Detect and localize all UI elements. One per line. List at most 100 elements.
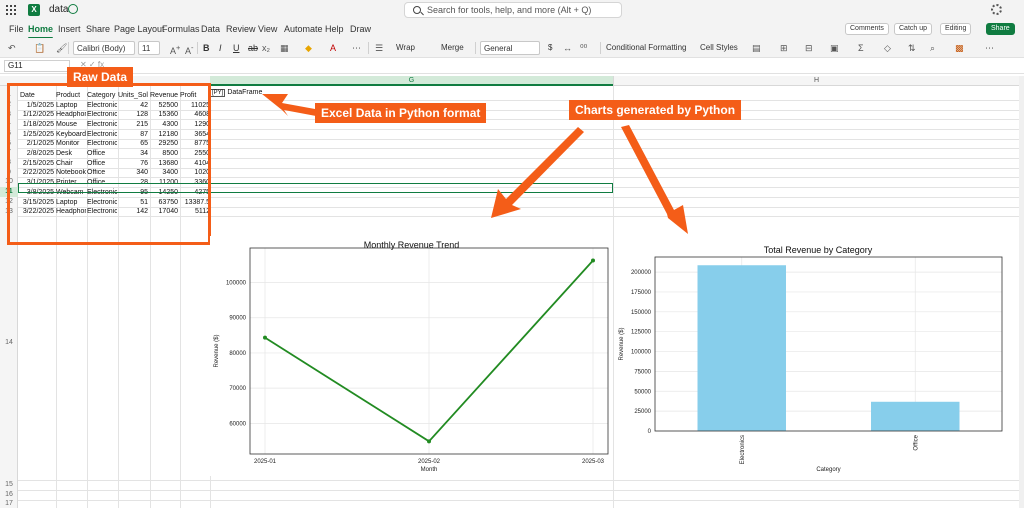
- ribbon-toolbar: ↶ 📋 🖌 Calibri (Body) 11 A+ A- B I U ab x…: [0, 38, 1024, 58]
- tab-draw[interactable]: Draw: [350, 24, 371, 34]
- row-number[interactable]: 16: [0, 490, 18, 500]
- ribbon-more-icon[interactable]: ⋯: [985, 41, 994, 55]
- x-axis-label: Month: [421, 467, 438, 473]
- y-tick-label: 25000: [634, 409, 651, 415]
- undo-icon[interactable]: ↶: [8, 41, 16, 55]
- y-tick-label: 80000: [229, 351, 246, 357]
- data-point: [427, 439, 431, 444]
- wrap-text-button[interactable]: Wrap: [396, 41, 415, 55]
- tab-share[interactable]: Share: [86, 24, 110, 34]
- decimal-icon[interactable]: ⁰⁰: [580, 41, 587, 55]
- name-box[interactable]: G11: [4, 60, 70, 72]
- x-tick-label: 2025-02: [418, 459, 441, 465]
- delete-cells-icon[interactable]: ⊟: [805, 41, 813, 55]
- arrow-to-bar-chart: [621, 125, 688, 234]
- dataframe-label: DataFrame: [227, 89, 263, 96]
- y-axis-label: Revenue ($): [214, 334, 220, 367]
- font-name-select[interactable]: Calibri (Body): [73, 41, 135, 55]
- borders-icon[interactable]: ▦: [280, 41, 289, 55]
- tab-home[interactable]: Home: [28, 24, 54, 39]
- y-tick-label: 100000: [631, 350, 652, 356]
- tab-automate[interactable]: Automate: [284, 24, 323, 34]
- number-format-select[interactable]: General: [480, 41, 540, 55]
- y-tick-label: 50000: [634, 389, 651, 395]
- charts-generated-callout: Charts generated by Python: [569, 100, 742, 120]
- tab-review[interactable]: Review: [226, 24, 256, 34]
- raw-data-highlight-box: [7, 83, 211, 245]
- strikethrough-icon[interactable]: ab: [248, 41, 258, 55]
- raw-data-callout: Raw Data: [67, 67, 134, 87]
- row-number[interactable]: 17: [0, 500, 18, 508]
- catch-up-button[interactable]: Catch up: [894, 23, 933, 35]
- app-launcher-icon[interactable]: [6, 5, 16, 15]
- insert-cells-icon[interactable]: ⊞: [780, 41, 788, 55]
- comma-style-icon[interactable]: ↔: [563, 41, 572, 55]
- bar-chart-svg: 0 25000 50000 75000 100000 125000 150000 175000…: [619, 256, 1003, 473]
- format-cells-icon[interactable]: ▣: [830, 41, 839, 55]
- row-number[interactable]: 15: [0, 480, 18, 490]
- y-tick-label: 70000: [229, 386, 246, 392]
- decrease-font-icon[interactable]: A-: [185, 41, 194, 56]
- clear-icon[interactable]: ◇: [884, 41, 891, 55]
- tab-view[interactable]: View: [258, 24, 277, 34]
- vertical-scrollbar[interactable]: [1019, 76, 1024, 508]
- font-size-select[interactable]: 11: [138, 41, 160, 55]
- search-input[interactable]: Search for tools, help, and more (Alt + …: [404, 2, 622, 18]
- bar: [871, 401, 960, 431]
- python-dataframe-cell[interactable]: [PY] DataFrame: [210, 89, 263, 97]
- bold-icon[interactable]: B: [203, 41, 210, 55]
- sort-filter-icon[interactable]: ⇅: [908, 41, 916, 55]
- y-tick-label: 75000: [634, 369, 651, 375]
- share-button[interactable]: Share: [986, 23, 1015, 35]
- tab-file[interactable]: File: [9, 24, 24, 34]
- fill-color-icon[interactable]: ◆: [305, 41, 312, 55]
- font-color-icon[interactable]: A: [330, 41, 336, 55]
- tab-formulas[interactable]: Formulas: [162, 24, 200, 34]
- excel-python-callout: Excel Data in Python format: [315, 103, 487, 123]
- format-as-table-icon[interactable]: ▤: [752, 41, 761, 55]
- conditional-formatting-button[interactable]: Conditional Formatting: [606, 41, 686, 55]
- merge-button[interactable]: Merge: [441, 41, 464, 55]
- y-axis-label: Revenue ($): [619, 327, 625, 360]
- tab-data[interactable]: Data: [201, 24, 220, 34]
- align-icon[interactable]: ☰: [375, 41, 383, 55]
- y-tick-label: 200000: [631, 270, 652, 276]
- x-tick-label: Electronics: [740, 435, 746, 464]
- line-chart-svg: 60000 70000 80000 90000 100000 2025-01 2025-02…: [214, 247, 609, 473]
- column-h-header[interactable]: H: [613, 76, 1019, 86]
- arrow-to-line-chart: [491, 127, 584, 218]
- title-bar: X data Search for tools, help, and more …: [0, 0, 1024, 20]
- italic-icon[interactable]: I: [219, 41, 222, 55]
- y-tick-label: 90000: [229, 316, 246, 322]
- document-title[interactable]: data: [49, 4, 68, 15]
- subscript-icon[interactable]: x₂: [262, 41, 270, 55]
- data-point: [263, 335, 267, 340]
- row-gridline: [18, 490, 1019, 491]
- find-icon[interactable]: ⌕: [930, 41, 935, 55]
- currency-button[interactable]: $: [548, 41, 552, 55]
- column-g-header[interactable]: G: [210, 76, 613, 86]
- comments-button[interactable]: Comments: [845, 23, 889, 35]
- tab-help[interactable]: Help: [325, 24, 344, 34]
- add-ins-icon[interactable]: ▩: [955, 41, 964, 55]
- line-chart[interactable]: Monthly Revenue Trend 60000 70000 80000 900…: [210, 236, 613, 476]
- settings-gear-icon[interactable]: [991, 4, 1002, 15]
- editing-mode-button[interactable]: Editing: [940, 23, 972, 35]
- autosum-icon[interactable]: Σ: [858, 41, 864, 55]
- x-axis-label: Category: [816, 467, 840, 473]
- y-tick-label: 0: [648, 429, 652, 435]
- tab-insert[interactable]: Insert: [58, 24, 81, 34]
- y-tick-label: 60000: [229, 421, 246, 427]
- format-painter-icon[interactable]: 🖌: [56, 41, 67, 55]
- bar-chart[interactable]: Total Revenue by Category 0 25000 50000 750…: [617, 241, 1019, 476]
- search-placeholder: Search for tools, help, and more (Alt + …: [427, 5, 592, 15]
- row-number[interactable]: 14: [0, 216, 18, 480]
- underline-icon[interactable]: U: [233, 41, 240, 55]
- more-font-icon[interactable]: ⋯: [352, 41, 361, 55]
- cell-styles-button[interactable]: Cell Styles: [700, 41, 738, 55]
- increase-font-icon[interactable]: A+: [170, 41, 180, 56]
- paste-icon[interactable]: 📋: [34, 41, 45, 55]
- column-gridline: [613, 86, 614, 508]
- tab-page-layout[interactable]: Page Layout: [114, 24, 165, 34]
- x-tick-label: 2025-01: [254, 459, 277, 465]
